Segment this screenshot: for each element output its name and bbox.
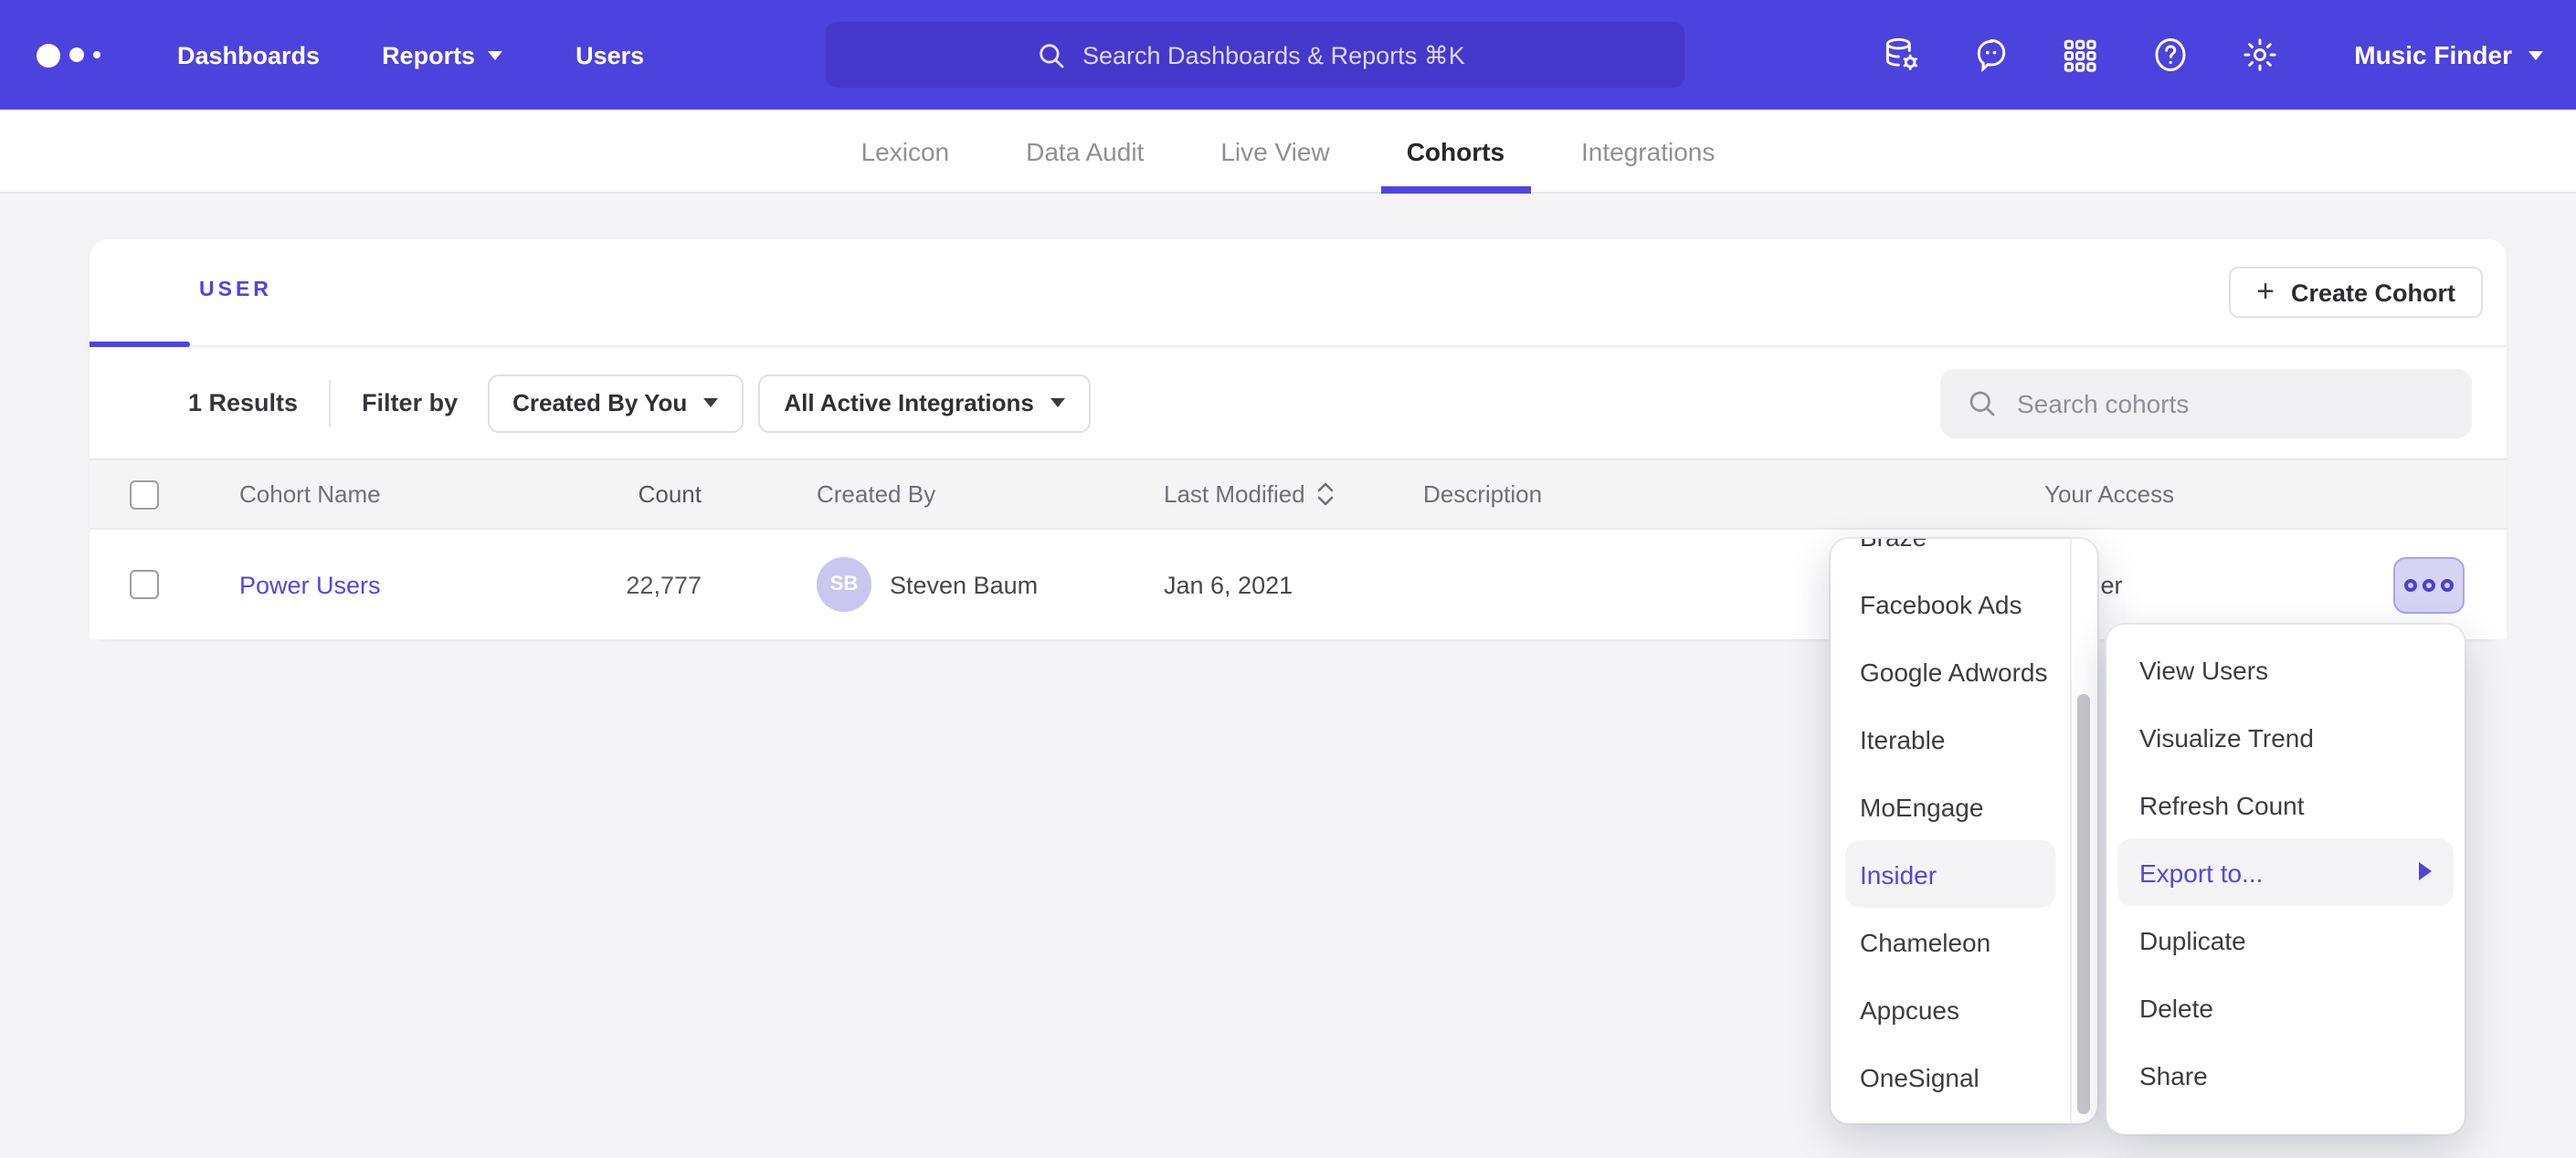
menu-item-refresh-count[interactable]: Refresh Count: [2106, 771, 2465, 838]
workspace-switcher[interactable]: Music Finder: [2354, 40, 2543, 69]
cohort-name-link[interactable]: Power Users: [239, 571, 381, 598]
global-search-input[interactable]: [1082, 41, 1475, 68]
col-created-by: Created By: [817, 460, 935, 528]
submenu-item-facebook-ads[interactable]: Facebook Ads: [1831, 570, 2070, 637]
created-by-name: Steven Baum: [890, 571, 1038, 598]
divider: [329, 379, 331, 426]
col-cohort-name: Cohort Name: [239, 460, 381, 528]
menu-item-duplicate[interactable]: Duplicate: [2106, 906, 2465, 974]
menu-item-share[interactable]: Share: [2106, 1041, 2465, 1109]
menu-item-delete[interactable]: Delete: [2106, 974, 2465, 1041]
section-tabbar: Lexicon Data Audit Live View Cohorts Int…: [0, 110, 2576, 194]
row-actions-menu: View Users Visualize Trend Refresh Count…: [2106, 625, 2465, 1134]
settings-gear-icon[interactable]: [2239, 35, 2279, 75]
select-all-checkbox-cell: [130, 460, 159, 528]
submenu-arrow-icon: [2419, 862, 2432, 880]
chevron-down-icon: [488, 50, 502, 59]
workspace-name: Music Finder: [2354, 40, 2512, 69]
cohort-search[interactable]: [1940, 368, 2472, 437]
results-count: 1 Results: [188, 389, 298, 416]
row-actions-button[interactable]: [2393, 557, 2465, 614]
chevron-down-icon: [703, 398, 718, 407]
plus-icon: +: [2256, 276, 2275, 307]
tab-integrations[interactable]: Integrations: [1581, 109, 1715, 193]
col-last-modified-sort[interactable]: Last Modified: [1164, 460, 1335, 528]
card-header: USER + Create Cohort: [90, 239, 2507, 347]
navbar-right: Music Finder: [1881, 0, 2543, 110]
submenu-item-braze[interactable]: Braze: [1831, 539, 2070, 570]
search-icon: [1966, 386, 1999, 419]
app-root: Dashboards Reports Users: [0, 0, 2576, 1158]
submenu-item-chameleon[interactable]: Chameleon: [1831, 908, 2070, 975]
more-dots-icon: [2404, 579, 2417, 592]
search-icon: [1035, 39, 1066, 70]
tab-cohorts[interactable]: Cohorts: [1407, 109, 1504, 193]
submenu-item-iterable[interactable]: Iterable: [1831, 705, 2070, 773]
submenu-item-appcues[interactable]: Appcues: [1831, 975, 2070, 1043]
data-management-icon[interactable]: [1881, 35, 1921, 75]
filter-created-by-dropdown[interactable]: Created By You: [487, 374, 744, 432]
submenu-item-moengage[interactable]: MoEngage: [1831, 773, 2070, 840]
tab-data-audit[interactable]: Data Audit: [1026, 109, 1144, 193]
col-your-access: Your Access: [2044, 460, 2174, 528]
nav-users[interactable]: Users: [575, 41, 644, 68]
submenu-item-insider[interactable]: Insider: [1845, 840, 2055, 908]
mixpanel-logo-icon[interactable]: [37, 43, 121, 67]
table-header: Cohort Name Count Created By Last Modifi…: [90, 458, 2507, 530]
scrollbar-track: [2070, 539, 2072, 1123]
row-checkbox[interactable]: [130, 570, 159, 599]
feedback-bubble-icon[interactable]: [1970, 35, 2011, 75]
cohort-search-input[interactable]: [2017, 388, 2419, 417]
top-navbar: Dashboards Reports Users: [0, 0, 2576, 110]
chevron-down-icon: [2528, 50, 2543, 59]
col-count: Count: [618, 460, 702, 528]
scrollbar-thumb[interactable]: [2077, 694, 2090, 1114]
last-modified-date: Jan 6, 2021: [1164, 530, 1293, 639]
export-submenu: Braze Facebook Ads Google Adwords Iterab…: [1831, 539, 2097, 1123]
chevron-down-icon: [1050, 398, 1065, 407]
col-description: Description: [1423, 460, 1542, 528]
tab-user-cohorts[interactable]: USER: [199, 279, 272, 301]
filter-row: 1 Results Filter by Created By You All A…: [90, 347, 2507, 458]
create-cohort-button[interactable]: + Create Cohort: [2229, 267, 2483, 318]
global-search[interactable]: [826, 22, 1684, 88]
menu-item-view-users[interactable]: View Users: [2106, 636, 2465, 703]
cohorts-card: USER + Create Cohort 1 Results Filter by…: [90, 239, 2507, 639]
cohort-count: 22,777: [618, 530, 702, 639]
submenu-item-onesignal[interactable]: OneSignal: [1831, 1043, 2070, 1111]
nav-reports[interactable]: Reports: [382, 41, 502, 68]
menu-item-visualize-trend[interactable]: Visualize Trend: [2106, 703, 2465, 771]
filter-integrations-dropdown[interactable]: All Active Integrations: [758, 374, 1091, 432]
tab-lexicon[interactable]: Lexicon: [861, 109, 950, 193]
tab-live-view[interactable]: Live View: [1220, 109, 1329, 193]
table-row: Power Users 22,777 SB Steven Baum Jan 6,…: [90, 530, 2507, 639]
menu-item-export-to[interactable]: Export to...: [2117, 838, 2454, 906]
sort-icon: [1318, 482, 1335, 506]
apps-grid-icon[interactable]: [2060, 35, 2100, 75]
help-icon[interactable]: [2149, 35, 2190, 75]
filter-by-label: Filter by: [362, 389, 458, 416]
select-all-checkbox[interactable]: [130, 479, 159, 509]
submenu-item-google-adwords[interactable]: Google Adwords: [1831, 637, 2070, 705]
active-tab-underline: [90, 341, 190, 347]
nav-dashboards[interactable]: Dashboards: [177, 41, 320, 68]
avatar: SB: [817, 557, 871, 612]
